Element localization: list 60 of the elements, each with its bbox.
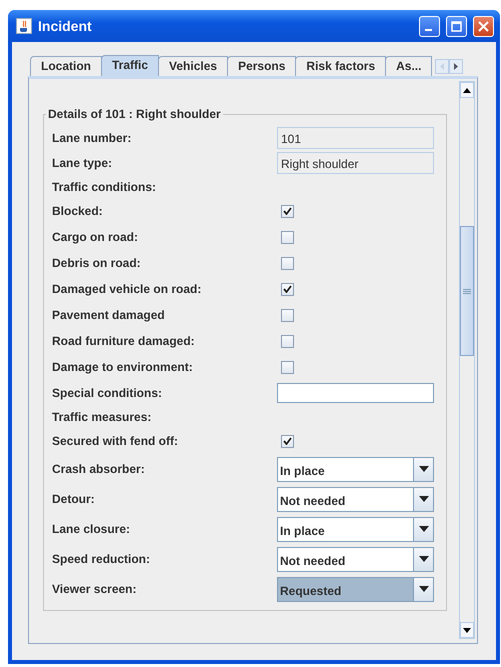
- left-arrow-icon: [440, 63, 444, 70]
- field-label: Lane number:: [52, 130, 132, 146]
- field-label: Special conditions:: [52, 384, 164, 402]
- section-heading: Traffic conditions:: [52, 178, 158, 196]
- group-title: Details of 101 : Right shoulder: [47, 107, 222, 121]
- checkbox[interactable]: [281, 230, 294, 244]
- field-label: Cargo on road:: [52, 229, 139, 246]
- checkbox[interactable]: [281, 360, 294, 374]
- field-label: Detour:: [52, 491, 96, 508]
- tab[interactable]: Location: [30, 56, 102, 76]
- dropdown[interactable]: Not needed: [277, 546, 434, 572]
- field-label: Lane type:: [52, 154, 114, 172]
- readonly-field: 101: [277, 126, 434, 148]
- dropdown[interactable]: In place: [277, 456, 434, 482]
- field-label: Lane closure:: [52, 521, 132, 538]
- caret-icon: [418, 526, 428, 532]
- tab[interactable]: Traffic: [101, 55, 160, 76]
- field-label: Viewer screen:: [52, 581, 138, 598]
- maximize-button[interactable]: [446, 16, 467, 36]
- tab-scroll-right-button[interactable]: [449, 59, 464, 74]
- tab[interactable]: As...: [385, 56, 432, 76]
- field-label: Blocked:: [52, 203, 104, 220]
- maximize-icon: [451, 20, 462, 32]
- up-arrow-icon: [463, 88, 471, 92]
- close-icon: [478, 20, 489, 32]
- caret-icon: [418, 466, 428, 472]
- readonly-field: Right shoulder: [277, 152, 434, 174]
- scroll-up-button[interactable]: [460, 82, 474, 98]
- app-icon: [16, 18, 32, 34]
- field-label: Speed reduction:: [52, 551, 152, 568]
- checkbox[interactable]: [281, 434, 294, 448]
- section-heading: Traffic measures:: [52, 408, 152, 426]
- vertical-scrollbar[interactable]: [459, 81, 475, 639]
- dropdown[interactable]: In place: [277, 516, 434, 542]
- checkbox[interactable]: [281, 308, 294, 322]
- dropdown[interactable]: Requested: [277, 576, 434, 602]
- dropdown[interactable]: Not needed: [277, 486, 434, 512]
- close-button[interactable]: [473, 16, 494, 36]
- caret-icon: [418, 496, 428, 502]
- field-label: Secured with fend off:: [52, 433, 179, 450]
- input-field[interactable]: [277, 382, 434, 402]
- field-label: Crash absorber:: [52, 461, 146, 478]
- field-label: Road furniture damaged:: [52, 333, 196, 350]
- scroll-down-button[interactable]: [460, 622, 474, 638]
- minimize-button[interactable]: [419, 16, 440, 36]
- scroll-thumb[interactable]: [460, 226, 474, 356]
- field-label: Damage to environment:: [52, 359, 194, 376]
- caret-icon: [418, 556, 428, 562]
- checkbox[interactable]: [281, 204, 294, 218]
- checkbox[interactable]: [281, 334, 294, 348]
- checkbox[interactable]: [281, 282, 294, 296]
- down-arrow-icon: [463, 628, 471, 632]
- field-label: Debris on road:: [52, 255, 142, 272]
- field-label: Pavement damaged: [52, 307, 166, 324]
- right-arrow-icon: [454, 63, 458, 70]
- caret-icon: [418, 586, 428, 592]
- checkbox[interactable]: [281, 256, 294, 270]
- minimize-icon: [425, 29, 432, 31]
- window-title: Incident: [38, 16, 93, 36]
- field-label: Damaged vehicle on road:: [52, 281, 202, 298]
